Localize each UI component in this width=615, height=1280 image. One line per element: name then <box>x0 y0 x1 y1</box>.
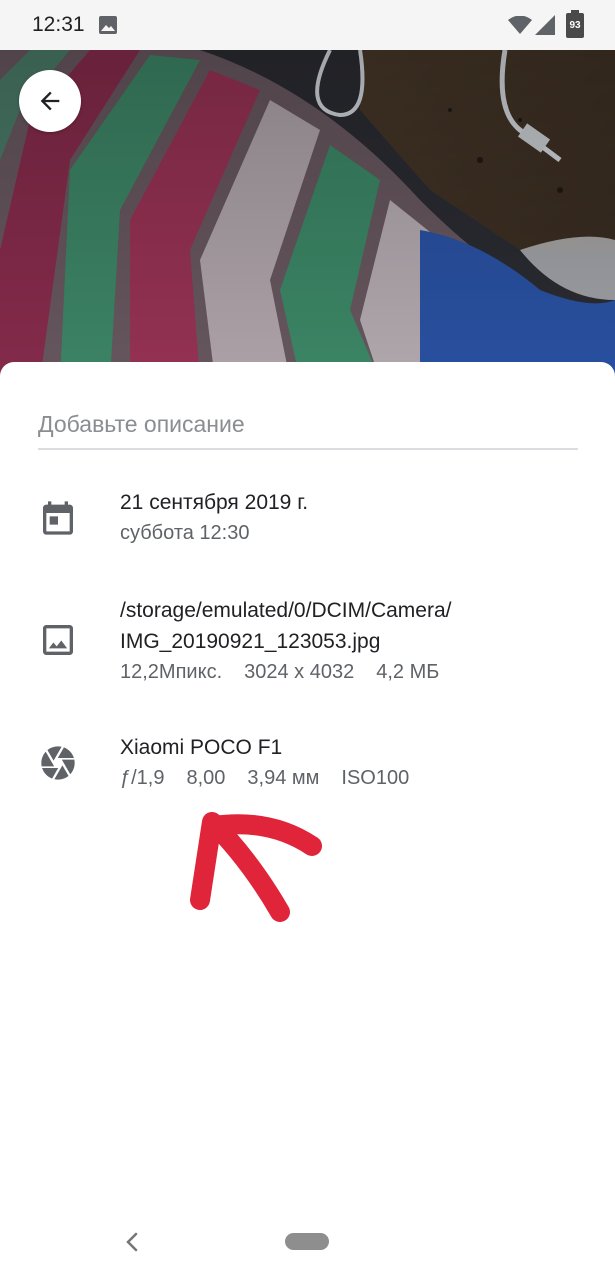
exposure-value: 8,00 <box>186 767 226 789</box>
description-input[interactable] <box>38 400 578 450</box>
weekday-time-text: суббота 12:30 <box>120 522 250 544</box>
signal-icon <box>535 15 555 40</box>
megapixels: 12,2Мпикс. <box>120 661 223 683</box>
date-text: 21 сентября 2019 г. <box>120 491 309 514</box>
nav-back-icon[interactable] <box>122 1230 142 1259</box>
aperture-icon <box>38 743 78 788</box>
iso-value: ISO100 <box>341 767 410 789</box>
status-time: 12:31 <box>32 13 85 36</box>
photo-preview[interactable] <box>0 50 615 380</box>
wifi-icon <box>508 15 532 39</box>
nav-home-pill[interactable] <box>285 1233 329 1250</box>
calendar-icon <box>38 498 78 543</box>
battery-icon: 93 <box>566 10 584 38</box>
focal-length: 3,94 мм <box>247 767 320 789</box>
status-bar: 12:31 93 <box>0 0 615 50</box>
file-path-line2: IMG_20190921_123053.jpg <box>120 630 381 653</box>
image-notification-icon <box>98 15 118 40</box>
arrow-back-icon <box>40 91 60 111</box>
file-size: 4,2 МБ <box>376 661 440 683</box>
red-arrow-annotation <box>190 812 322 922</box>
aperture-value: ƒ/1,9 <box>120 767 165 789</box>
image-icon <box>38 620 78 665</box>
file-meta: 12,2Мпикс. 3024 x 4032 4,2 МБ <box>120 657 451 688</box>
resolution: 3024 x 4032 <box>244 661 355 683</box>
file-path-line1: /storage/emulated/0/DCIM/Camera/ <box>120 599 452 622</box>
back-button[interactable] <box>19 70 81 132</box>
camera-model: Xiaomi POCO F1 <box>120 736 283 759</box>
camera-meta: ƒ/1,9 8,00 3,94 мм ISO100 <box>120 763 409 794</box>
